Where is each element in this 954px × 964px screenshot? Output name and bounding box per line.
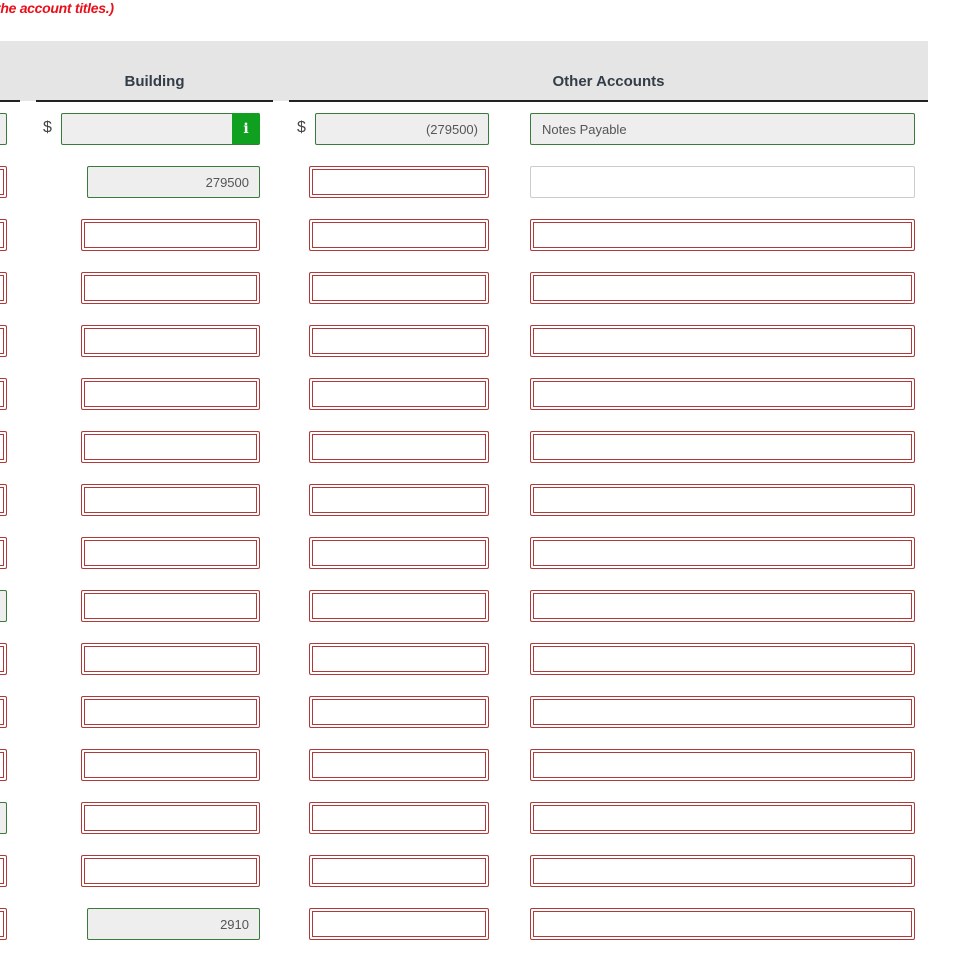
amount-field[interactable]: (279500): [315, 113, 489, 145]
account-title-field[interactable]: [530, 219, 915, 251]
info-icon[interactable]: i: [232, 113, 260, 144]
account-title-field[interactable]: Notes Payable: [530, 113, 915, 145]
building-amount-field[interactable]: i: [61, 113, 260, 145]
left-column-field[interactable]: [0, 272, 7, 304]
amount-field[interactable]: [309, 166, 489, 198]
amount-field[interactable]: [309, 855, 489, 887]
amount-field[interactable]: [309, 537, 489, 569]
left-column-field[interactable]: [0, 431, 7, 463]
currency-symbol: $: [297, 119, 306, 136]
building-amount-field[interactable]: [81, 431, 260, 463]
left-column-field[interactable]: [0, 537, 7, 569]
building-amount-field[interactable]: [81, 219, 260, 251]
building-amount-field[interactable]: [81, 325, 260, 357]
amount-field[interactable]: [309, 802, 489, 834]
building-amount-field[interactable]: 279500: [87, 166, 260, 198]
column-header-other-accounts: Other Accounts: [552, 73, 665, 90]
divider: [36, 100, 273, 102]
left-column-field[interactable]: [0, 855, 7, 887]
divider: [289, 100, 928, 102]
amount-field[interactable]: [309, 431, 489, 463]
left-column-field[interactable]: [0, 219, 7, 251]
account-title-field[interactable]: [530, 166, 915, 198]
account-title-field[interactable]: [530, 643, 915, 675]
divider: [0, 100, 20, 102]
account-title-field[interactable]: [530, 908, 915, 940]
amount-field[interactable]: [309, 908, 489, 940]
building-amount-field[interactable]: [81, 855, 260, 887]
left-column-field[interactable]: [0, 749, 7, 781]
left-column-field[interactable]: [0, 113, 7, 145]
building-amount-field[interactable]: [81, 749, 260, 781]
left-column-field[interactable]: [0, 643, 7, 675]
amount-field[interactable]: [309, 643, 489, 675]
left-column-field[interactable]: [0, 590, 7, 622]
amount-field[interactable]: [309, 219, 489, 251]
account-title-field[interactable]: [530, 484, 915, 516]
building-amount-field[interactable]: [81, 696, 260, 728]
left-column-field[interactable]: [0, 378, 7, 410]
account-title-field[interactable]: [530, 431, 915, 463]
left-column-field[interactable]: [0, 166, 7, 198]
currency-symbol: $: [43, 119, 52, 136]
instruction-text: the account titles.): [0, 0, 114, 16]
account-title-field[interactable]: [530, 749, 915, 781]
table-header: [0, 41, 928, 101]
building-amount-field[interactable]: [81, 484, 260, 516]
building-amount-field[interactable]: [81, 802, 260, 834]
account-title-field[interactable]: [530, 378, 915, 410]
building-amount-field[interactable]: [81, 537, 260, 569]
building-amount-field[interactable]: [81, 272, 260, 304]
account-title-field[interactable]: [530, 855, 915, 887]
amount-field[interactable]: [309, 325, 489, 357]
building-amount-field[interactable]: [81, 590, 260, 622]
amount-field[interactable]: [309, 749, 489, 781]
amount-field[interactable]: [309, 484, 489, 516]
left-column-field[interactable]: [0, 802, 7, 834]
left-column-field[interactable]: [0, 908, 7, 940]
left-column-field[interactable]: [0, 325, 7, 357]
account-title-field[interactable]: [530, 696, 915, 728]
account-title-field[interactable]: [530, 802, 915, 834]
building-amount-field[interactable]: [81, 378, 260, 410]
left-column-field[interactable]: [0, 484, 7, 516]
account-title-field[interactable]: [530, 272, 915, 304]
account-title-field[interactable]: [530, 325, 915, 357]
amount-field[interactable]: [309, 272, 489, 304]
account-title-field[interactable]: [530, 590, 915, 622]
building-amount-field[interactable]: 2910: [87, 908, 260, 940]
amount-field[interactable]: [309, 378, 489, 410]
amount-field[interactable]: [309, 696, 489, 728]
building-amount-field[interactable]: [81, 643, 260, 675]
column-header-building: Building: [124, 73, 185, 90]
left-column-field[interactable]: [0, 696, 7, 728]
amount-field[interactable]: [309, 590, 489, 622]
account-title-field[interactable]: [530, 537, 915, 569]
